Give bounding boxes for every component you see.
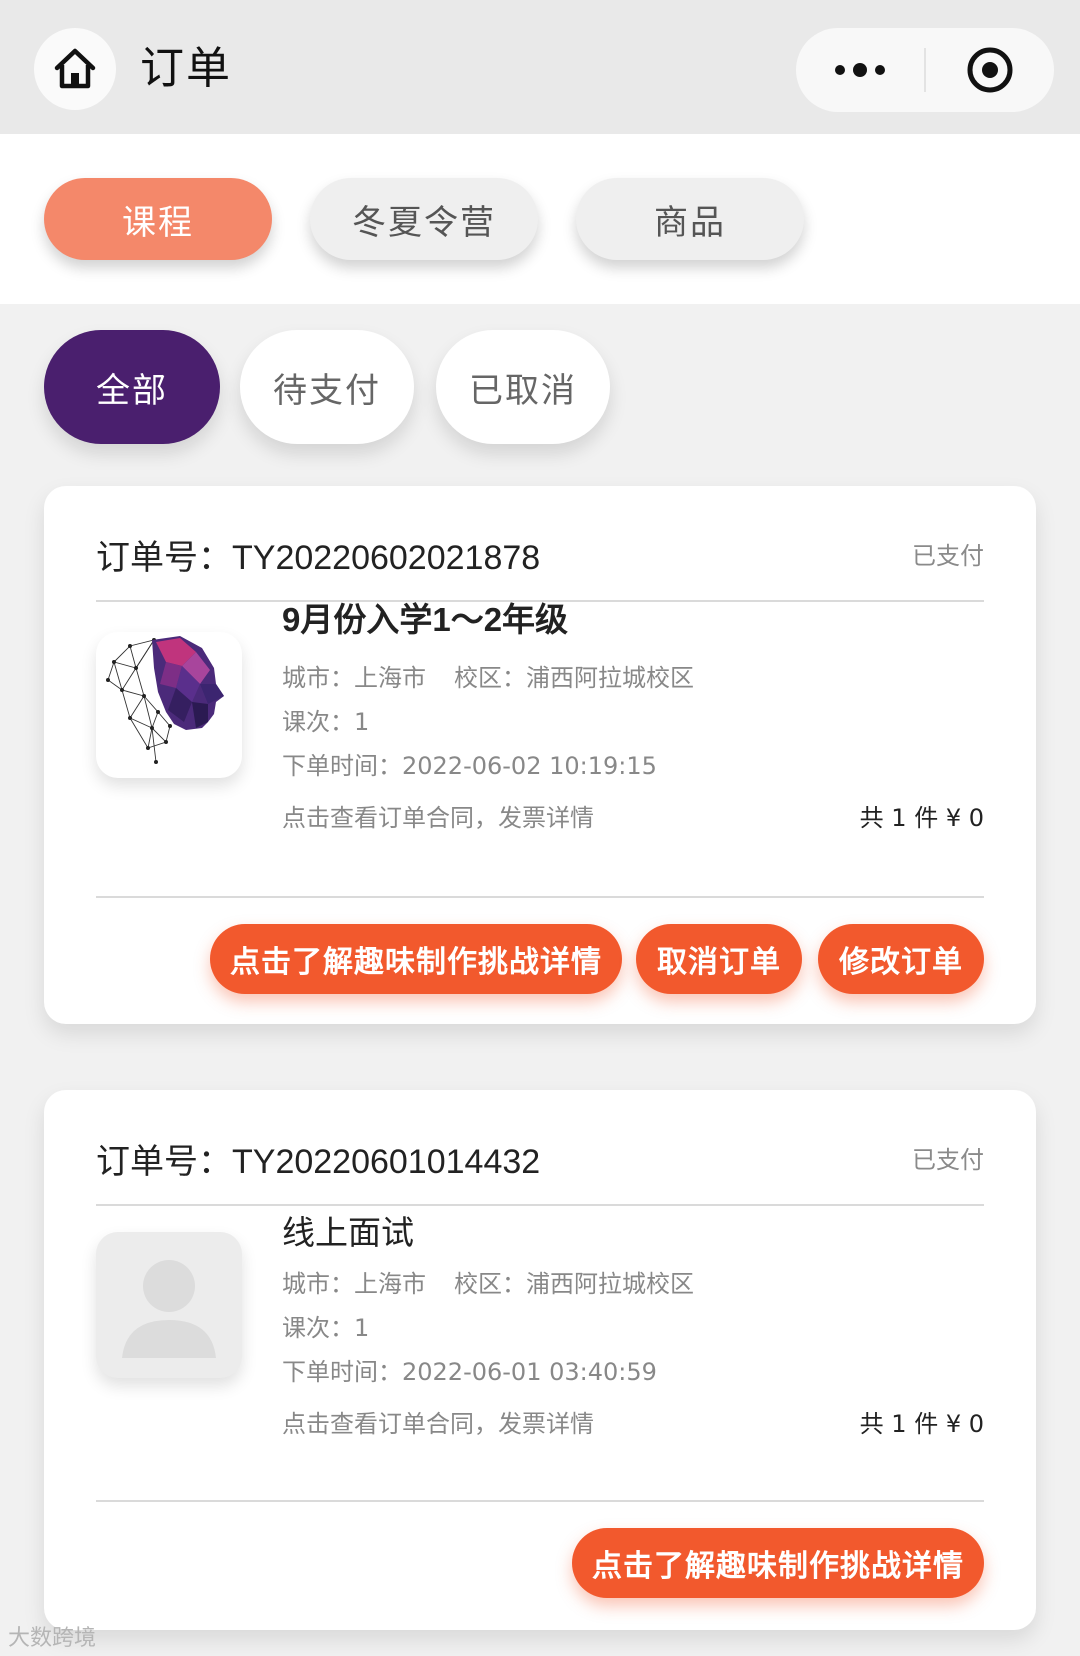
order-card[interactable]: 订单号：TY20220601014432 已支付 线上面试 城市：上海市 校区：浦… [44, 1090, 1036, 1630]
more-dots-icon [835, 63, 885, 77]
divider [96, 1500, 984, 1502]
more-button[interactable] [796, 28, 924, 112]
polygon-head-image [106, 636, 224, 764]
divider [96, 896, 984, 898]
order-time: 下单时间：2022-06-01 03:40:59 [282, 1358, 657, 1386]
top-nav-bar: 订单 [0, 0, 1080, 134]
tab-course[interactable]: 课程 [44, 178, 272, 260]
order-card[interactable]: 订单号：TY20220602021878 已支付 9月份入学1～2年级 城市：上… [44, 486, 1036, 1024]
watermark: 大数跨境 [8, 1626, 97, 1651]
lesson-count: 课次：1 [282, 708, 370, 736]
challenge-details-button[interactable]: 点击了解趣味制作挑战详情 [572, 1528, 984, 1598]
order-time: 下单时间：2022-06-02 10:19:15 [282, 752, 657, 780]
order-status-badge: 已支付 [912, 1146, 984, 1174]
close-miniprogram-button[interactable] [926, 28, 1054, 112]
tab-goods[interactable]: 商品 [576, 178, 804, 260]
home-icon [54, 48, 96, 89]
record-target-icon [967, 47, 1013, 93]
category-tab-bar: 课程 冬夏令营 商品 [0, 134, 1080, 304]
user-placeholder-icon [122, 1260, 216, 1358]
divider [96, 1204, 984, 1206]
course-thumbnail [96, 632, 242, 778]
course-title: 9月份入学1～2年级 [282, 601, 569, 638]
city-label: 城市：上海市 [282, 664, 426, 692]
order-number: 订单号：TY20220601014432 [96, 1143, 541, 1181]
order-total: 共 1 件 ¥ 0 [859, 804, 984, 832]
order-status-badge: 已支付 [912, 542, 984, 570]
filter-pending-payment[interactable]: 待支付 [240, 330, 414, 444]
home-button[interactable] [34, 28, 116, 110]
course-thumbnail [96, 1232, 242, 1378]
filter-all[interactable]: 全部 [44, 330, 220, 444]
course-title: 线上面试 [282, 1214, 414, 1251]
campus-label: 校区：浦西阿拉城校区 [454, 664, 694, 692]
city-label: 城市：上海市 [282, 1270, 426, 1298]
city-campus-line: 城市：上海市 校区：浦西阿拉城校区 [282, 1264, 694, 1299]
order-number: 订单号：TY20220602021878 [96, 539, 541, 577]
filter-cancelled[interactable]: 已取消 [436, 330, 610, 444]
page-title: 订单 [140, 43, 232, 94]
lesson-count: 课次：1 [282, 1314, 370, 1342]
challenge-details-button[interactable]: 点击了解趣味制作挑战详情 [210, 924, 622, 994]
contract-invoice-link[interactable]: 点击查看订单合同，发票详情 [282, 798, 594, 833]
cancel-order-button[interactable]: 取消订单 [636, 924, 802, 994]
miniprogram-capsule [796, 28, 1054, 112]
tab-camp[interactable]: 冬夏令营 [310, 178, 538, 260]
city-campus-line: 城市：上海市 校区：浦西阿拉城校区 [282, 658, 694, 693]
contract-invoice-link[interactable]: 点击查看订单合同，发票详情 [282, 1404, 594, 1439]
campus-label: 校区：浦西阿拉城校区 [454, 1270, 694, 1298]
modify-order-button[interactable]: 修改订单 [818, 924, 984, 994]
order-total: 共 1 件 ¥ 0 [859, 1410, 984, 1438]
